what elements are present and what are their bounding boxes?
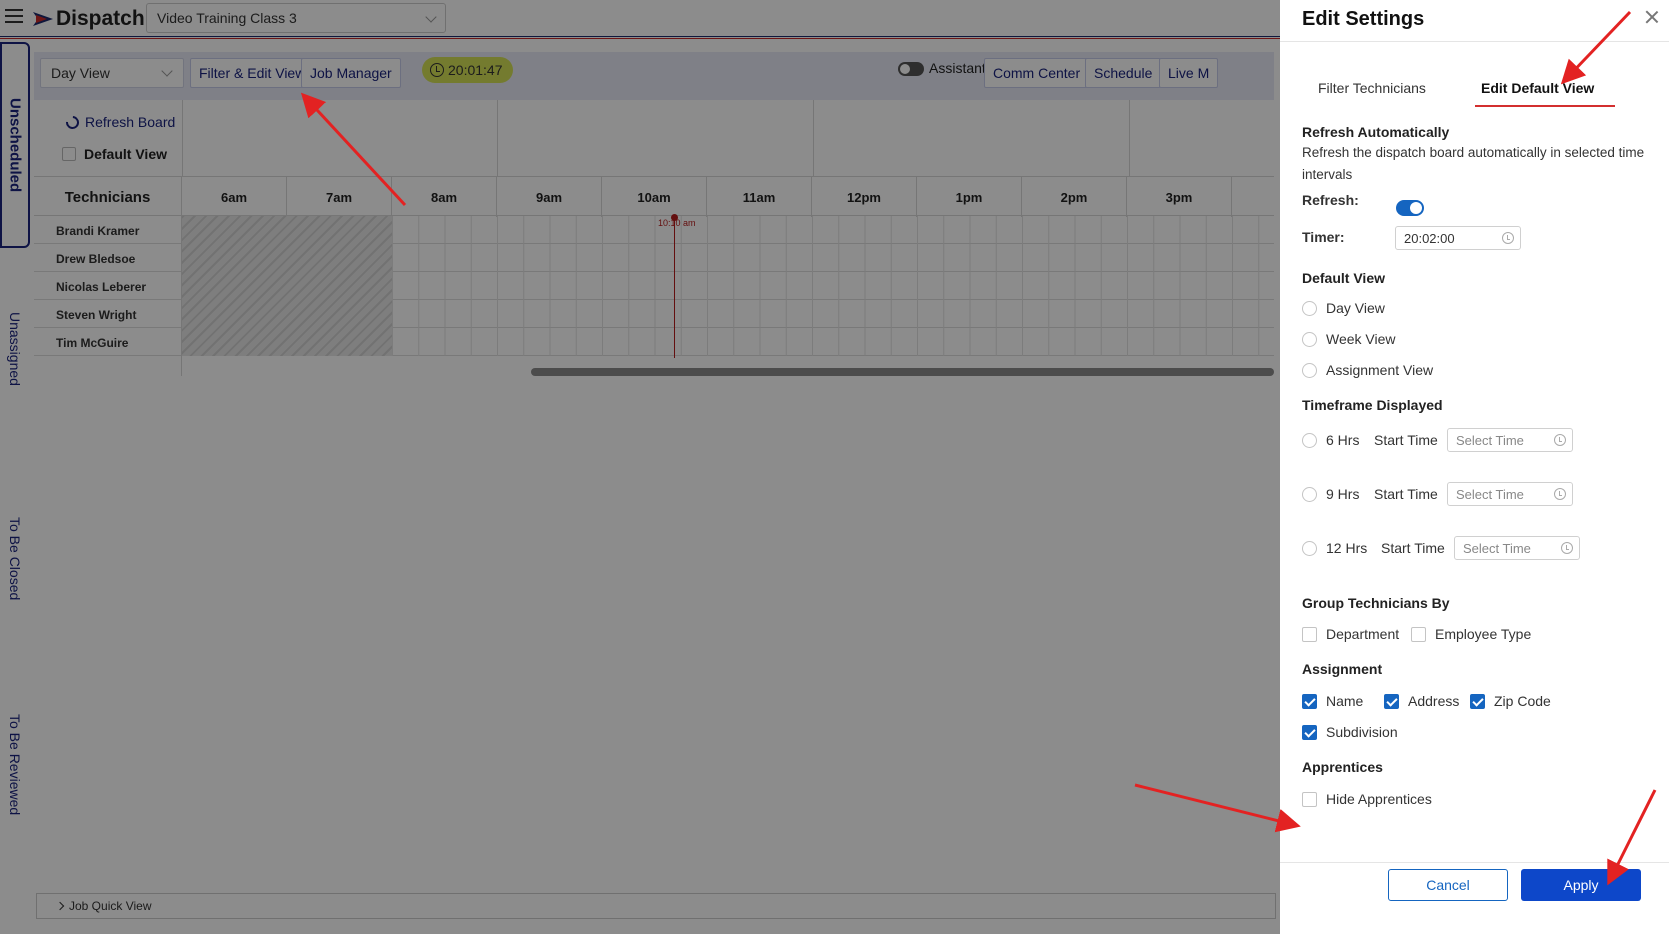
name-checkbox[interactable] [1302, 694, 1317, 709]
tab-filter-technicians[interactable]: Filter Technicians [1318, 80, 1426, 96]
subdivision-checkbox[interactable] [1302, 725, 1317, 740]
day-view-radio[interactable] [1302, 301, 1317, 316]
group-by-title: Group Technicians By [1302, 595, 1450, 611]
clock-icon [1502, 232, 1514, 244]
timeframe-9-radio[interactable] [1302, 487, 1317, 502]
zip-code-checkbox[interactable] [1470, 694, 1485, 709]
timeframe-9-label: 9 Hrs [1326, 486, 1360, 502]
timeframe-6-label: 6 Hrs [1326, 432, 1360, 448]
edit-settings-panel: Edit Settings Filter Technicians Edit De… [1280, 0, 1669, 934]
start-time-label: Start Time [1374, 432, 1438, 448]
address-label: Address [1408, 693, 1460, 709]
start-time-label: Start Time [1374, 486, 1438, 502]
hide-apprentices-checkbox[interactable] [1302, 792, 1317, 807]
timer-input[interactable]: 20:02:00 [1395, 226, 1521, 250]
hide-apprentices-label: Hide Apprentices [1326, 791, 1432, 807]
active-tab-underline [1475, 105, 1615, 107]
day-view-label: Day View [1326, 300, 1385, 316]
cancel-button[interactable]: Cancel [1388, 869, 1508, 901]
employee-type-label: Employee Type [1435, 626, 1532, 642]
start-time-12-input[interactable]: Select Time [1454, 536, 1580, 560]
default-view-title: Default View [1302, 270, 1385, 286]
refresh-toggle[interactable] [1396, 200, 1424, 216]
name-label: Name [1326, 693, 1364, 709]
timer-label: Timer: [1302, 229, 1345, 245]
assignment-view-label: Assignment View [1326, 362, 1434, 378]
divider [1280, 41, 1669, 42]
zip-code-label: Zip Code [1494, 693, 1551, 709]
week-view-radio[interactable] [1302, 332, 1317, 347]
apply-button[interactable]: Apply [1521, 869, 1641, 901]
subdivision-label: Subdivision [1326, 724, 1398, 740]
refresh-auto-desc: Refresh the dispatch board automatically… [1302, 145, 1645, 182]
timer-value: 20:02:00 [1404, 231, 1455, 246]
department-checkbox[interactable] [1302, 627, 1317, 642]
refresh-auto-title: Refresh Automatically [1302, 124, 1450, 140]
clock-icon [1554, 488, 1566, 500]
start-time-6-input[interactable]: Select Time [1447, 428, 1573, 452]
start-time-placeholder: Select Time [1456, 487, 1524, 502]
assignment-title: Assignment [1302, 661, 1383, 677]
clock-icon [1561, 542, 1573, 554]
start-time-label: Start Time [1381, 540, 1445, 556]
start-time-placeholder: Select Time [1456, 433, 1524, 448]
timeframe-title: Timeframe Displayed [1302, 397, 1443, 413]
start-time-9-input[interactable]: Select Time [1447, 482, 1573, 506]
address-checkbox[interactable] [1384, 694, 1399, 709]
tab-edit-default-view[interactable]: Edit Default View [1481, 80, 1594, 96]
timeframe-12-radio[interactable] [1302, 541, 1317, 556]
clock-icon [1554, 434, 1566, 446]
apprentices-title: Apprentices [1302, 759, 1383, 775]
dispatch-screen: Dispatch Video Training Class 3 Unschedu… [0, 0, 1669, 934]
timeframe-12-label: 12 Hrs [1326, 540, 1368, 556]
week-view-label: Week View [1326, 331, 1396, 347]
start-time-placeholder: Select Time [1463, 541, 1531, 556]
footer-divider [1280, 862, 1669, 863]
department-label: Department [1326, 626, 1400, 642]
panel-title: Edit Settings [1302, 8, 1425, 30]
close-icon[interactable] [1645, 10, 1659, 24]
refresh-label: Refresh: [1302, 192, 1359, 208]
assignment-view-radio[interactable] [1302, 363, 1317, 378]
timeframe-6-radio[interactable] [1302, 433, 1317, 448]
employee-type-checkbox[interactable] [1411, 627, 1426, 642]
